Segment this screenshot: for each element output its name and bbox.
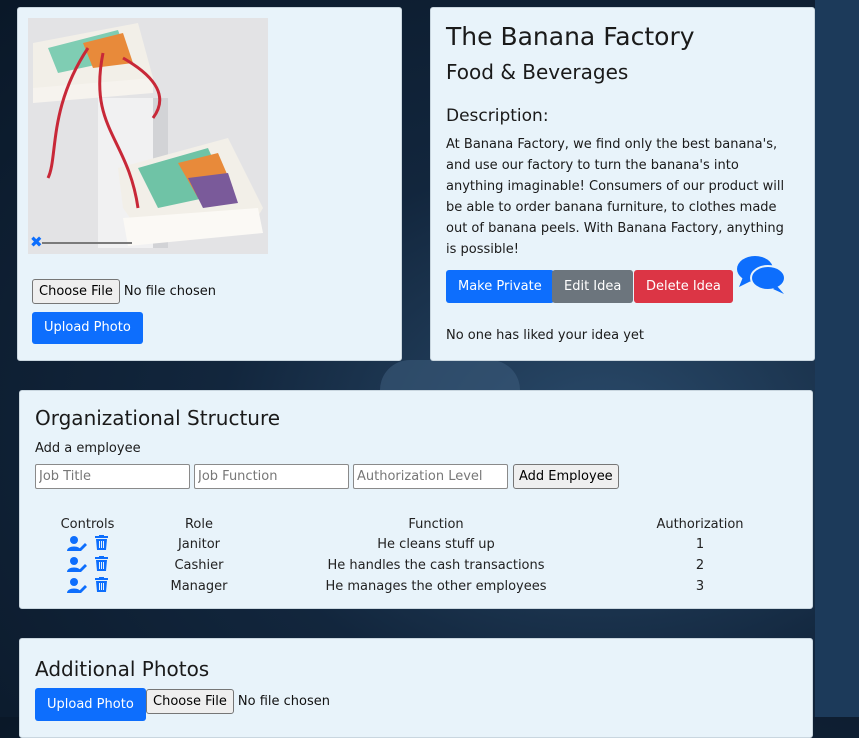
column-header-controls: Controls — [60, 516, 115, 532]
row-controls — [45, 576, 130, 597]
photo-underline — [42, 242, 132, 244]
row-controls — [45, 534, 130, 555]
choose-file-button[interactable]: Choose File — [32, 279, 120, 304]
column-header-role: Role — [184, 516, 213, 532]
likes-text: No one has liked your idea yet — [446, 328, 645, 343]
description-text: At Banana Factory, we find only the best… — [446, 137, 785, 257]
trash-icon[interactable] — [95, 577, 109, 596]
row-function: He manages the other employees — [325, 579, 547, 594]
row-authorization: 2 — [695, 558, 705, 573]
row-controls — [45, 555, 130, 576]
column-header-authorization: Authorization — [656, 516, 744, 532]
authorization-level-input[interactable] — [353, 464, 508, 489]
file-input[interactable]: Choose File No file chosen — [32, 279, 216, 304]
row-authorization: 3 — [695, 579, 705, 594]
org-heading: Organizational Structure — [35, 406, 281, 430]
background-panel — [815, 0, 859, 717]
sneaker-image — [28, 18, 268, 254]
close-icon[interactable]: ✖ — [30, 235, 43, 250]
table-row: Janitor He cleans stuff up 1 — [45, 534, 796, 555]
job-function-input[interactable] — [194, 464, 349, 489]
trash-icon[interactable] — [95, 556, 109, 575]
additional-upload-photo-button[interactable]: Upload Photo — [35, 688, 146, 721]
row-function: He cleans stuff up — [377, 537, 495, 552]
delete-idea-button[interactable]: Delete Idea — [634, 270, 733, 303]
table-row: Manager He manages the other employees 3 — [45, 576, 796, 597]
column-header-function: Function — [408, 516, 464, 532]
job-title-input[interactable] — [35, 464, 190, 489]
row-role: Cashier — [174, 558, 224, 573]
table-row: Cashier He handles the cash transactions… — [45, 555, 796, 576]
row-authorization: 1 — [695, 537, 705, 552]
row-role: Manager — [170, 579, 228, 594]
edit-idea-button[interactable]: Edit Idea — [552, 270, 634, 303]
user-edit-icon[interactable] — [66, 535, 87, 555]
comments-icon[interactable] — [735, 253, 787, 301]
add-employee-label: Add a employee — [35, 441, 141, 456]
additional-file-input[interactable]: Choose File No file chosen — [146, 689, 330, 714]
idea-title: The Banana Factory — [446, 22, 695, 51]
table-header-row: Controls Role Function Authorization — [45, 514, 796, 534]
upload-photo-button[interactable]: Upload Photo — [32, 312, 143, 344]
employee-table: Controls Role Function Authorization Jan… — [45, 514, 796, 597]
user-edit-icon[interactable] — [66, 577, 87, 597]
user-edit-icon[interactable] — [66, 556, 87, 576]
description-heading: Description: — [446, 106, 549, 126]
additional-choose-file-button[interactable]: Choose File — [146, 689, 234, 714]
additional-photos-heading: Additional Photos — [35, 657, 210, 681]
idea-category: Food & Beverages — [446, 60, 629, 84]
photo-card: ✖ Choose File No file chosen Upload Photo — [17, 7, 402, 361]
additional-no-file-text: No file chosen — [237, 694, 330, 709]
idea-card: The Banana Factory Food & Beverages Desc… — [430, 7, 815, 361]
row-function: He handles the cash transactions — [327, 558, 545, 573]
no-file-text: No file chosen — [123, 284, 216, 299]
additional-photos-card: Additional Photos Upload Photo Choose Fi… — [19, 638, 813, 738]
add-employee-button[interactable]: Add Employee — [513, 464, 619, 489]
row-role: Janitor — [177, 537, 221, 552]
trash-icon[interactable] — [95, 535, 109, 554]
product-photo: ✖ — [28, 18, 268, 254]
make-private-button[interactable]: Make Private — [446, 270, 554, 303]
